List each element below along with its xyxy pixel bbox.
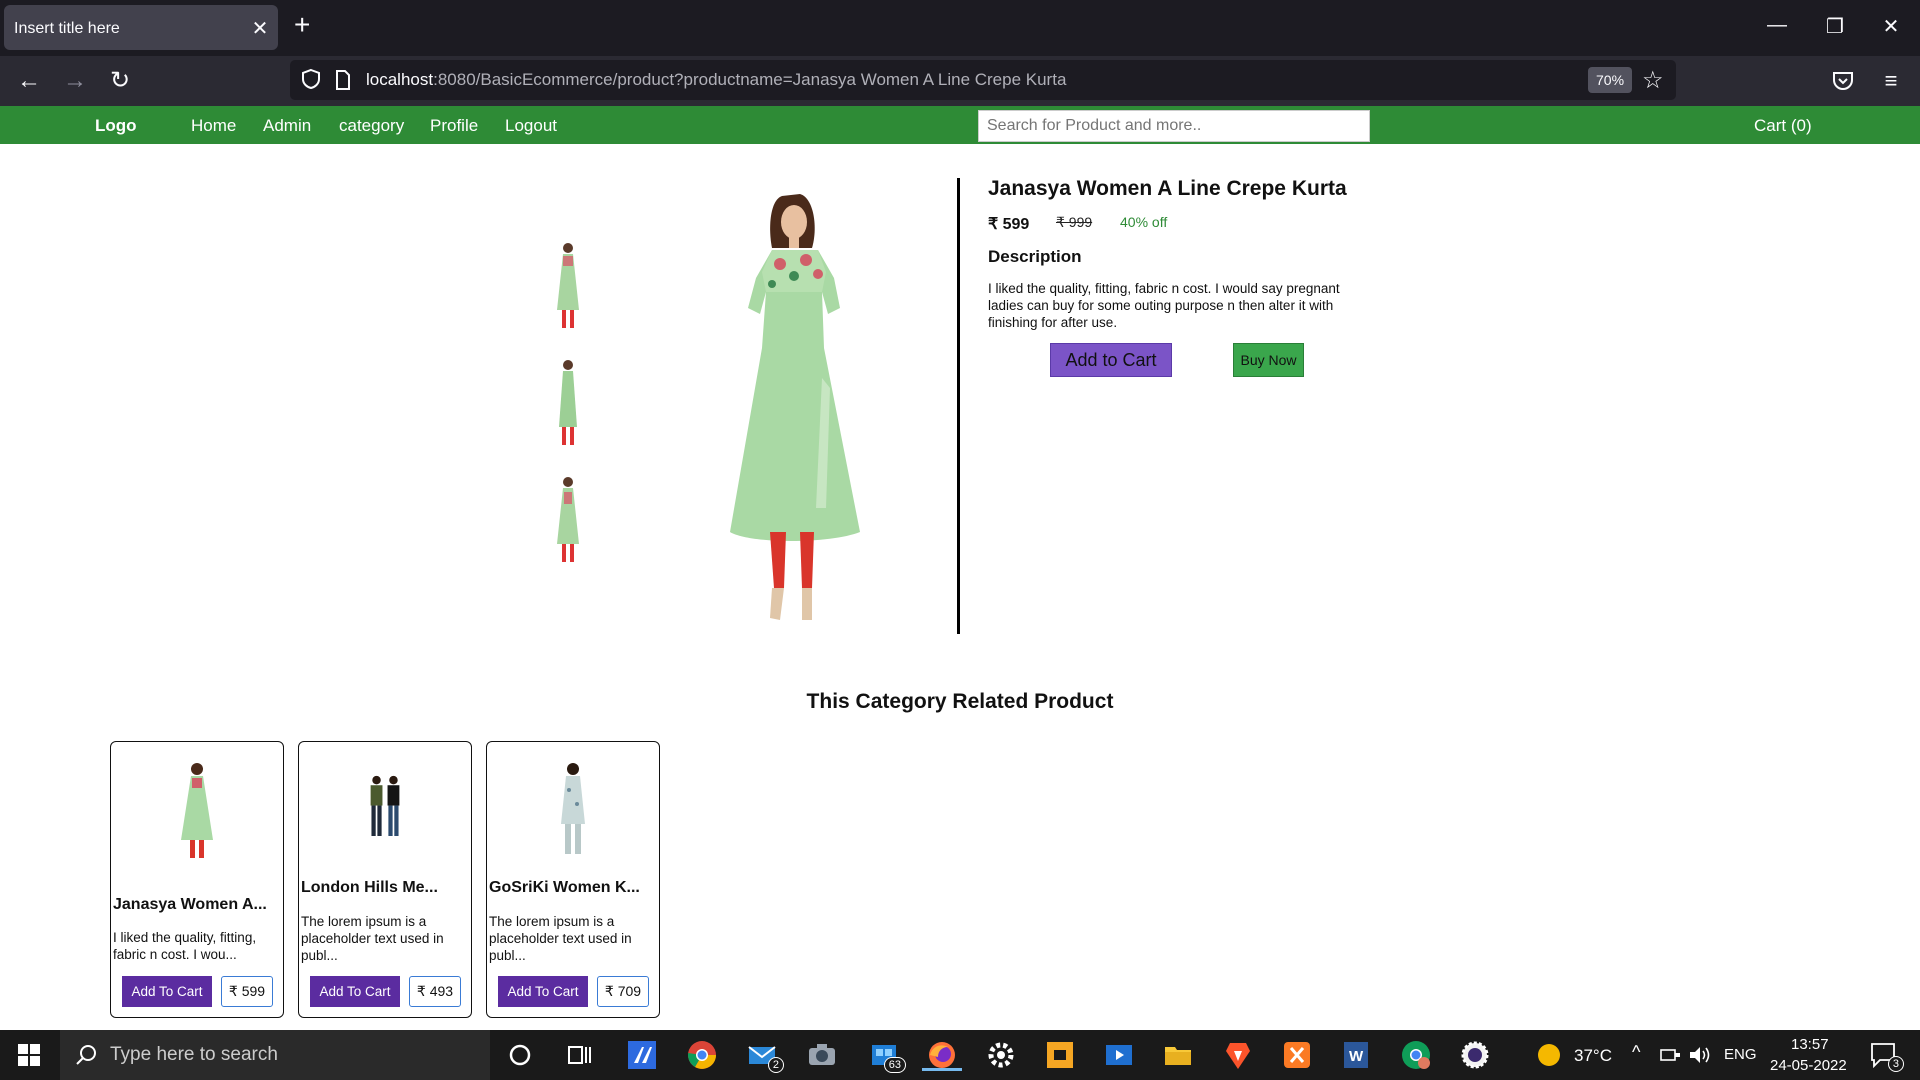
back-icon[interactable]: ← (14, 68, 44, 94)
tray-chevron-up-icon[interactable]: ^ (1632, 1042, 1640, 1063)
site-header: Logo Home Admin category Profile Logout … (0, 106, 1920, 144)
chrome-icon[interactable] (686, 1039, 718, 1071)
chrome-profile-icon[interactable] (1400, 1039, 1432, 1071)
nav-logout-link[interactable]: Logout (505, 116, 557, 136)
clock-date[interactable]: 24-05-2022 (1770, 1057, 1847, 1074)
menu-icon[interactable]: ≡ (1876, 68, 1906, 94)
related-products-heading: This Category Related Product (806, 690, 1114, 713)
pocket-icon[interactable] (1832, 71, 1854, 91)
page-icon[interactable] (334, 69, 352, 91)
notification-center-icon[interactable]: 3 (1870, 1042, 1904, 1072)
bookmark-star-icon[interactable]: ☆ (1642, 66, 1664, 95)
product-thumbnail-1[interactable] (549, 240, 587, 336)
site-logo[interactable]: Logo (95, 116, 137, 136)
zoom-level-badge[interactable]: 70% (1588, 67, 1633, 93)
search-icon (76, 1045, 96, 1065)
forward-icon[interactable]: → (60, 68, 90, 94)
related-product-desc: I liked the quality, fitting, fabric n c… (113, 930, 257, 962)
network-icon[interactable] (1660, 1047, 1682, 1063)
product-main-image (730, 194, 860, 620)
store-icon[interactable]: 63 (868, 1039, 906, 1073)
related-product-price: ₹ 709 (597, 976, 649, 1007)
description-heading: Description (988, 247, 1082, 266)
input-language[interactable]: ENG (1724, 1046, 1757, 1063)
mail-icon[interactable]: 2 (746, 1039, 784, 1073)
clock-time[interactable]: 13:57 (1791, 1036, 1829, 1053)
product-thumbnail-2[interactable] (549, 357, 587, 453)
taskbar-search-box[interactable]: Type here to search (60, 1030, 490, 1080)
browser-tabbar: Insert title here ✕ + — ❐ ✕ (0, 0, 1920, 56)
browser-tab[interactable]: Insert title here ✕ (4, 5, 278, 50)
weather-sun-icon[interactable] (1537, 1043, 1561, 1067)
restore-icon[interactable]: ❐ (1820, 14, 1850, 39)
taskbar: Type here to search 2 63 W 37°C ^ ENG 13… (0, 1030, 1920, 1080)
product-title: Janasya Women A Line Crepe Kurta (988, 177, 1347, 200)
cart-link[interactable]: Cart (0) (1754, 116, 1812, 136)
product-search-input[interactable] (978, 110, 1370, 142)
related-product-image[interactable] (167, 760, 227, 864)
related-product-desc: The lorem ipsum is a placeholder text us… (301, 914, 444, 963)
volume-icon[interactable] (1688, 1045, 1712, 1065)
url-text[interactable]: localhost:8080/BasicEcommerce/product?pr… (366, 70, 1066, 90)
related-product-image[interactable] (543, 760, 603, 864)
vscode-style-app-icon[interactable] (626, 1039, 658, 1071)
related-add-to-cart-button[interactable]: Add To Cart (498, 976, 588, 1007)
store-badge: 63 (883, 1057, 906, 1073)
new-tab-icon[interactable]: + (294, 11, 310, 39)
xampp-icon[interactable] (1281, 1039, 1313, 1071)
cortana-icon[interactable] (504, 1039, 536, 1071)
nav-home-link[interactable]: Home (191, 116, 236, 136)
firefox-icon[interactable] (922, 1039, 962, 1071)
camera-icon[interactable] (806, 1039, 838, 1071)
word-icon[interactable]: W (1340, 1039, 1372, 1071)
related-product-card[interactable]: London Hills Me... The lorem ipsum is a … (298, 741, 472, 1018)
close-tab-icon[interactable]: ✕ (250, 16, 270, 41)
related-add-to-cart-button[interactable]: Add To Cart (310, 976, 400, 1007)
related-product-title[interactable]: GoSriKi Women K... (489, 879, 640, 897)
shield-icon[interactable] (300, 68, 322, 90)
video-player-icon[interactable] (1103, 1039, 1135, 1071)
nav-category-link[interactable]: category (339, 116, 404, 136)
active-app-indicator (922, 1068, 962, 1071)
product-description: I liked the quality, fitting, fabric n c… (988, 281, 1340, 330)
related-add-to-cart-button[interactable]: Add To Cart (122, 976, 212, 1007)
product-thumbnail-3[interactable] (549, 474, 587, 570)
svg-text:W: W (1349, 1048, 1364, 1065)
product-original-price: ₹ 999 (1056, 214, 1093, 230)
brave-icon[interactable] (1222, 1039, 1254, 1071)
add-to-cart-button[interactable]: Add to Cart (1050, 343, 1172, 377)
buy-now-button[interactable]: Buy Now (1233, 343, 1304, 377)
related-product-desc: The lorem ipsum is a placeholder text us… (489, 914, 632, 963)
presentation-app-icon[interactable] (1044, 1039, 1076, 1071)
windows-start-icon[interactable] (18, 1044, 40, 1066)
tab-title: Insert title here (14, 20, 120, 37)
product-price: ₹ 599 (988, 216, 1030, 233)
settings-gear-icon[interactable] (985, 1039, 1017, 1071)
minimize-icon[interactable]: — (1762, 14, 1792, 37)
nav-profile-link[interactable]: Profile (430, 116, 478, 136)
reload-icon[interactable]: ↻ (105, 68, 135, 94)
eclipse-icon[interactable] (1459, 1039, 1491, 1071)
weather-temperature[interactable]: 37°C (1574, 1046, 1612, 1066)
related-product-title[interactable]: Janasya Women A... (113, 896, 267, 914)
related-product-card[interactable]: Janasya Women A... I liked the quality, … (110, 741, 284, 1018)
notification-count: 3 (1887, 1056, 1904, 1072)
related-product-image[interactable] (355, 770, 415, 858)
nav-admin-link[interactable]: Admin (263, 116, 311, 136)
related-product-price: ₹ 599 (221, 976, 273, 1007)
task-view-icon[interactable] (563, 1039, 595, 1071)
close-window-icon[interactable]: ✕ (1876, 14, 1906, 39)
product-discount: 40% off (1120, 214, 1168, 230)
vertical-divider (957, 178, 960, 634)
file-explorer-icon[interactable] (1162, 1039, 1194, 1071)
browser-navbar: ← → ↻ localhost:8080/BasicEcommerce/prod… (0, 56, 1920, 106)
mail-badge: 2 (767, 1057, 784, 1073)
related-product-price: ₹ 493 (409, 976, 461, 1007)
taskbar-search-placeholder: Type here to search (110, 1044, 278, 1065)
related-product-title[interactable]: London Hills Me... (301, 879, 438, 897)
address-bar[interactable]: localhost:8080/BasicEcommerce/product?pr… (290, 60, 1676, 100)
related-product-card[interactable]: GoSriKi Women K... The lorem ipsum is a … (486, 741, 660, 1018)
